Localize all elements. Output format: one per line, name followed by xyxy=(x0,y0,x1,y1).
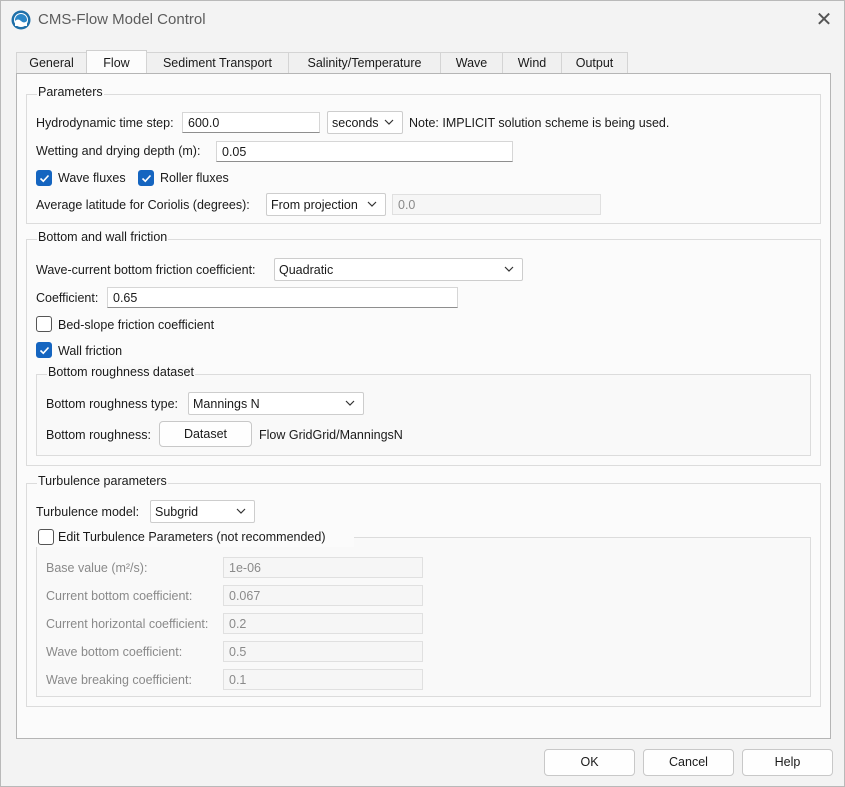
turbulence-group-title: Turbulence parameters xyxy=(37,474,168,488)
check-icon xyxy=(141,174,152,183)
turbulence-model-select[interactable]: Subgrid xyxy=(150,500,255,523)
dialog-window: CMS-Flow Model Control ✕ General Flow Se… xyxy=(0,0,845,787)
turbulence-params-group: Edit Turbulence Parameters (not recommen… xyxy=(34,529,811,697)
cancel-button[interactable]: Cancel xyxy=(643,749,734,776)
roughness-group: Bottom roughness dataset Bottom roughnes… xyxy=(36,365,811,456)
roughness-label: Bottom roughness: xyxy=(46,428,151,442)
wave-fluxes-checkbox[interactable] xyxy=(36,170,52,186)
friction-group-title: Bottom and wall friction xyxy=(37,230,169,244)
current-horizontal-coef-input: 0.2 xyxy=(223,613,423,634)
friction-coef-type-label: Wave-current bottom friction coefficient… xyxy=(36,263,256,277)
tab-general[interactable]: General xyxy=(16,52,87,74)
wave-breaking-coef-input: 0.1 xyxy=(223,669,423,690)
friction-coef-type-value: Quadratic xyxy=(279,263,334,277)
friction-coef-type-select[interactable]: Quadratic xyxy=(274,258,523,281)
wave-bottom-coef-input: 0.5 xyxy=(223,641,423,662)
ok-button[interactable]: OK xyxy=(544,749,635,776)
tab-sediment-transport[interactable]: Sediment Transport xyxy=(146,52,289,74)
edit-turbulence-header: Edit Turbulence Parameters (not recommen… xyxy=(34,529,354,547)
flow-tab-panel: Parameters Hydrodynamic time step: 600.0… xyxy=(16,73,831,739)
edit-turbulence-checkbox[interactable] xyxy=(38,529,54,545)
latitude-source-select[interactable]: From projection xyxy=(266,193,386,216)
latitude-input: 0.0 xyxy=(392,194,601,215)
turbulence-model-label: Turbulence model: xyxy=(36,505,140,519)
dataset-button[interactable]: Dataset xyxy=(159,421,252,447)
close-icon[interactable]: ✕ xyxy=(813,9,835,31)
roughness-type-value: Mannings N xyxy=(193,397,260,411)
current-horizontal-coef-label: Current horizontal coefficient: xyxy=(46,617,209,631)
wave-breaking-coef-label: Wave breaking coefficient: xyxy=(46,673,192,687)
chevron-down-icon xyxy=(236,508,246,514)
window-title: CMS-Flow Model Control xyxy=(38,11,206,28)
help-button[interactable]: Help xyxy=(742,749,833,776)
wetting-drying-input[interactable]: 0.05 xyxy=(216,141,513,162)
base-value-input: 1e-06 xyxy=(223,557,423,578)
tab-wave[interactable]: Wave xyxy=(440,52,503,74)
coefficient-input[interactable]: 0.65 xyxy=(107,287,458,308)
turbulence-group: Turbulence parameters Turbulence model: … xyxy=(26,474,821,707)
wall-friction-checkbox[interactable] xyxy=(36,342,52,358)
roller-fluxes-checkbox[interactable] xyxy=(138,170,154,186)
chevron-down-icon xyxy=(367,201,377,207)
roughness-type-select[interactable]: Mannings N xyxy=(188,392,364,415)
turbulence-model-value: Subgrid xyxy=(155,505,199,519)
tab-wind[interactable]: Wind xyxy=(502,52,562,74)
current-bottom-coef-input: 0.067 xyxy=(223,585,423,606)
parameters-group: Parameters Hydrodynamic time step: 600.0… xyxy=(26,85,821,224)
latitude-source-value: From projection xyxy=(271,198,358,212)
edit-turbulence-label: Edit Turbulence Parameters (not recommen… xyxy=(58,530,326,544)
time-step-label: Hydrodynamic time step: xyxy=(36,116,174,130)
parameters-group-title: Parameters xyxy=(37,85,104,99)
time-unit-value: seconds xyxy=(332,116,379,130)
base-value-label: Base value (m²/s): xyxy=(46,561,148,575)
dataset-path: Flow GridGrid/ManningsN xyxy=(259,428,403,442)
chevron-down-icon xyxy=(384,119,394,125)
title-bar: CMS-Flow Model Control ✕ xyxy=(1,1,844,39)
time-step-input[interactable]: 600.0 xyxy=(182,112,320,133)
time-unit-select[interactable]: seconds xyxy=(327,111,403,134)
roughness-group-title: Bottom roughness dataset xyxy=(47,365,195,379)
chevron-down-icon xyxy=(345,400,355,406)
bed-slope-label: Bed-slope friction coefficient xyxy=(58,318,215,332)
roller-fluxes-label: Roller fluxes xyxy=(160,171,229,185)
tab-salinity-temperature[interactable]: Salinity/Temperature xyxy=(288,52,441,74)
implicit-note: Note: IMPLICIT solution scheme is being … xyxy=(409,116,670,130)
friction-group: Bottom and wall friction Wave-current bo… xyxy=(26,230,821,466)
bed-slope-checkbox[interactable] xyxy=(36,316,52,332)
wetting-drying-label: Wetting and drying depth (m): xyxy=(36,144,201,158)
wall-friction-label: Wall friction xyxy=(58,344,123,358)
tab-output[interactable]: Output xyxy=(561,52,628,74)
app-logo-icon xyxy=(11,10,31,30)
coefficient-label: Coefficient: xyxy=(36,291,99,305)
current-bottom-coef-label: Current bottom coefficient: xyxy=(46,589,193,603)
chevron-down-icon xyxy=(504,266,514,272)
wave-fluxes-label: Wave fluxes xyxy=(58,171,126,185)
wave-bottom-coef-label: Wave bottom coefficient: xyxy=(46,645,183,659)
tab-flow[interactable]: Flow xyxy=(86,50,147,73)
check-icon xyxy=(39,174,50,183)
roughness-type-label: Bottom roughness type: xyxy=(46,397,179,411)
latitude-label: Average latitude for Coriolis (degrees): xyxy=(36,198,250,212)
check-icon xyxy=(39,346,50,355)
